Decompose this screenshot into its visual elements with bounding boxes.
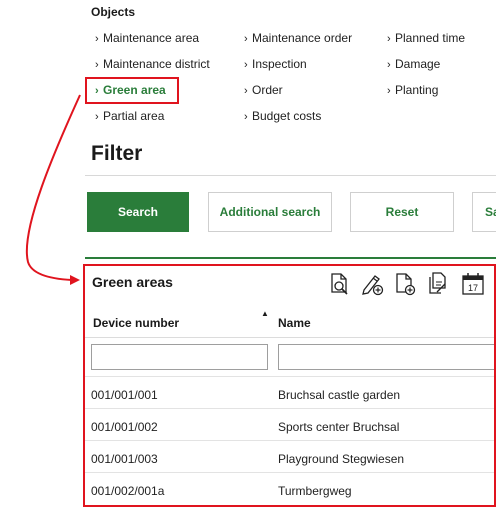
divider (85, 408, 494, 409)
filter-heading: Filter (91, 142, 143, 165)
nav-item-maintenance-district[interactable]: › Maintenance district (95, 57, 210, 71)
nav-item-planned-time[interactable]: › Planned time (387, 31, 465, 45)
device-number-cell: 001/001/001 (91, 388, 158, 402)
name-cell: Turmbergweg (278, 484, 352, 498)
calendar-day: 17 (468, 283, 478, 293)
copy-document-icon[interactable] (425, 271, 451, 297)
sort-ascending-icon: ▲ (261, 309, 269, 318)
device-number-filter-input[interactable] (91, 344, 268, 370)
name-cell: Bruchsal castle garden (278, 388, 401, 402)
document-add-icon[interactable] (392, 271, 418, 297)
chevron-right-icon: › (244, 111, 248, 123)
divider (85, 440, 494, 441)
column-header-name[interactable]: Name (278, 316, 311, 330)
nav-item-budget-costs[interactable]: › Budget costs (244, 109, 321, 123)
calendar-icon[interactable]: 17 (460, 271, 486, 297)
search-button[interactable]: Search (87, 192, 189, 232)
nav-item-maintenance-area[interactable]: › Maintenance area (95, 31, 199, 45)
green-area-highlight-box (85, 77, 179, 104)
chevron-right-icon: › (95, 33, 99, 45)
device-number-cell: 001/001/002 (91, 420, 158, 434)
chevron-right-icon: › (244, 33, 248, 45)
document-search-icon[interactable] (326, 271, 352, 297)
pencil-add-icon[interactable] (359, 271, 385, 297)
objects-heading: Objects (91, 5, 136, 19)
additional-search-button[interactable]: Additional search (208, 192, 332, 232)
divider (85, 376, 494, 377)
nav-item-inspection[interactable]: › Inspection (244, 57, 307, 71)
column-header-device-number[interactable]: Device number (93, 316, 179, 330)
nav-item-damage[interactable]: › Damage (387, 57, 440, 71)
nav-item-planting[interactable]: › Planting (387, 83, 438, 97)
green-areas-panel: Green areas 17 Device number ▲ Name 001/… (83, 264, 496, 507)
divider (85, 472, 494, 473)
chevron-right-icon: › (387, 85, 391, 97)
nav-item-partial-area[interactable]: › Partial area (95, 109, 164, 123)
section-divider (85, 257, 496, 259)
divider (85, 175, 496, 176)
chevron-right-icon: › (95, 111, 99, 123)
nav-item-order[interactable]: › Order (244, 83, 283, 97)
chevron-right-icon: › (95, 59, 99, 71)
save-button[interactable]: Sa (472, 192, 496, 232)
name-filter-input[interactable] (278, 344, 494, 370)
name-cell: Sports center Bruchsal (278, 420, 400, 434)
chevron-right-icon: › (244, 59, 248, 71)
chevron-right-icon: › (244, 85, 248, 97)
device-number-cell: 001/001/003 (91, 452, 158, 466)
nav-item-maintenance-order[interactable]: › Maintenance order (244, 31, 352, 45)
device-number-cell: 001/002/001a (91, 484, 165, 498)
name-cell: Playground Stegwiesen (278, 452, 405, 466)
chevron-right-icon: › (387, 59, 391, 71)
divider (85, 337, 494, 338)
panel-title: Green areas (92, 274, 173, 290)
reset-button[interactable]: Reset (350, 192, 454, 232)
chevron-right-icon: › (387, 33, 391, 45)
